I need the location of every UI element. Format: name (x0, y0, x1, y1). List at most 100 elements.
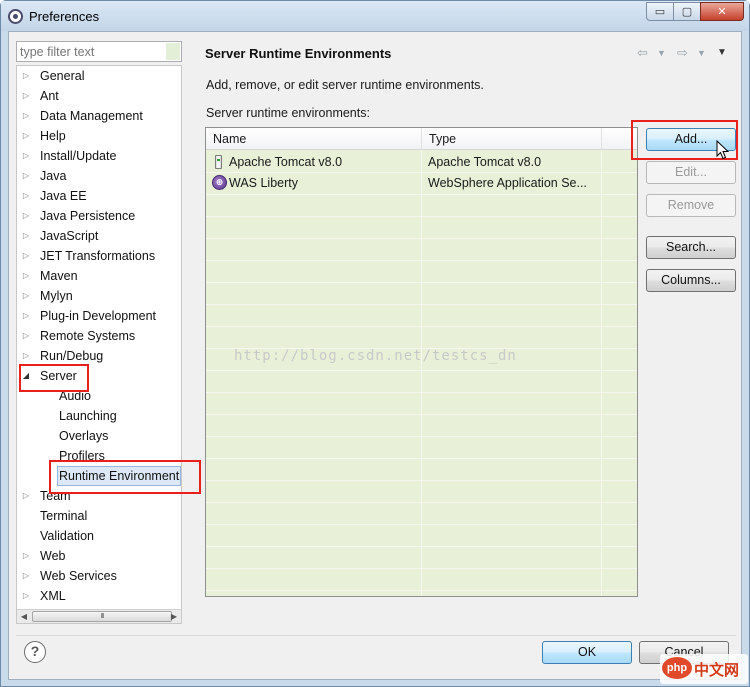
column-header-name[interactable]: Name (206, 128, 422, 150)
tree-expand-icon[interactable]: ▷ (20, 186, 32, 206)
row-name: Apache Tomcat v8.0 (229, 155, 343, 169)
tree-item[interactable]: ▷ Web (17, 546, 181, 566)
edit-button[interactable]: Edit... (646, 161, 736, 184)
tree-expand-icon[interactable]: ▷ (20, 146, 32, 166)
tree-expand-icon[interactable]: ▷ (20, 66, 32, 86)
tomcat-icon (215, 155, 222, 169)
window-controls: ▭ ▢ ✕ (646, 2, 744, 21)
tree-item[interactable]: ▷ Install/Update (17, 146, 181, 166)
tree-item-label: Web (40, 549, 66, 563)
tree-expand-icon[interactable]: ▷ (20, 246, 32, 266)
minimize-button[interactable]: ▭ (646, 2, 674, 21)
tree-item-label: Ant (40, 89, 59, 103)
tree-item[interactable]: ▷ Java (17, 166, 181, 186)
tree-item[interactable]: ▷ JET Transformations (17, 246, 181, 266)
tree-item[interactable]: ▷ Remote Systems (17, 326, 181, 346)
column-header-type[interactable]: Type (422, 128, 602, 150)
back-arrow-icon[interactable]: ⇦ (637, 45, 648, 61)
scroll-left-icon[interactable]: ◀ (17, 610, 31, 624)
tree-item-label: Java Persistence (40, 209, 136, 223)
tree-expand-icon[interactable]: ▷ (20, 166, 32, 186)
view-menu-icon[interactable]: ▼ (717, 47, 727, 58)
tree-item-label: Java (40, 169, 67, 183)
tree-expand-icon[interactable]: ▷ (20, 486, 32, 506)
tree-expand-icon[interactable]: ▷ (20, 546, 32, 566)
brand-text: 中文网 (694, 662, 740, 679)
page-header: Server Runtime Environments ⇦ ▼ ⇨ ▼ ▼ (192, 32, 742, 68)
tree-expand-icon[interactable]: ▷ (20, 286, 32, 306)
tree-expand-icon[interactable]: ▷ (20, 86, 32, 106)
tree-item-label: General (40, 69, 85, 83)
tree-item[interactable]: ▷ Data Management (17, 106, 181, 126)
tree-expand-icon[interactable]: ▷ (20, 206, 32, 226)
maximize-button[interactable]: ▢ (673, 2, 701, 21)
tree-expand-icon[interactable]: ▷ (20, 566, 32, 586)
watermark: http://blog.csdn.net/testcs_dn (234, 348, 517, 364)
eclipse-app-icon (8, 9, 23, 24)
tree-item[interactable]: ▷ Web Services (17, 566, 181, 586)
scroll-right-icon[interactable]: ▶ (167, 610, 181, 624)
search-button[interactable]: Search... (646, 236, 736, 259)
ok-button[interactable]: OK (542, 641, 632, 664)
tree-item-label: Plug-in Development (40, 309, 157, 323)
tree-item[interactable]: ▷ Java Persistence (17, 206, 181, 226)
tree-item-label: Web Services (40, 569, 117, 583)
table-row[interactable]: Apache Tomcat v8.0 Apache Tomcat v8.0 (206, 152, 637, 173)
runtime-list-label: Server runtime environments: (206, 106, 370, 120)
liberty-icon: ⊕ (212, 175, 227, 190)
remove-button[interactable]: Remove (646, 194, 736, 217)
tree-horizontal-scrollbar[interactable]: ◀ III ▶ (17, 609, 181, 623)
filter-clear-icon[interactable] (166, 43, 180, 60)
tree-item-label: Validation (40, 529, 94, 543)
tree-item-label: Terminal (40, 509, 88, 523)
tree-item[interactable]: ▷ Ant (17, 86, 181, 106)
tree-expand-icon[interactable]: ▷ (20, 346, 32, 366)
row-type: WebSphere Application Se... (428, 176, 587, 190)
tree-item[interactable]: ▷ Maven (17, 266, 181, 286)
tree-expand-icon[interactable]: ▷ (20, 586, 32, 606)
tree-item[interactable]: Overlays (17, 426, 181, 446)
tree-item[interactable]: ▷ Help (17, 126, 181, 146)
tree-expand-icon[interactable]: ▷ (20, 106, 32, 126)
close-button[interactable]: ✕ (700, 2, 744, 21)
columns-button[interactable]: Columns... (646, 269, 736, 292)
help-icon[interactable]: ? (24, 641, 46, 663)
tree-item-label: JavaScript (40, 229, 99, 243)
table-row[interactable]: ⊕ WAS Liberty WebSphere Application Se..… (206, 173, 637, 194)
forward-arrow-icon[interactable]: ⇨ (677, 45, 688, 61)
tree-item[interactable]: ▷ Java EE (17, 186, 181, 206)
server-item-highlight (19, 364, 89, 392)
tree-item-label: Maven (40, 269, 78, 283)
php-logo-icon: php (662, 657, 692, 679)
tree-expand-icon[interactable]: ▷ (20, 266, 32, 286)
tree-item[interactable]: Validation (17, 526, 181, 546)
row-type: Apache Tomcat v8.0 (428, 155, 542, 169)
mouse-cursor-icon (716, 140, 730, 160)
tree-item[interactable]: ▷ JavaScript (17, 226, 181, 246)
filter-input[interactable] (16, 41, 182, 62)
tree-item[interactable]: ▷ General (17, 66, 181, 86)
tree-item-label: Remote Systems (40, 329, 136, 343)
forward-menu-chevron-icon[interactable]: ▼ (697, 48, 706, 58)
tree-item-label: Install/Update (40, 149, 117, 163)
back-menu-chevron-icon[interactable]: ▼ (657, 48, 666, 58)
tree-item[interactable]: ▷ XML (17, 586, 181, 606)
tree-item[interactable]: Terminal (17, 506, 181, 526)
tree-item-label: Run/Debug (40, 349, 104, 363)
scrollbar-thumb[interactable]: III (32, 611, 172, 622)
tree-expand-icon[interactable]: ▷ (20, 126, 32, 146)
tree-item[interactable]: Launching (17, 406, 181, 426)
tree-item[interactable]: ▷ Mylyn (17, 286, 181, 306)
tree-item[interactable]: ▷ Plug-in Development (17, 306, 181, 326)
table-header: Name Type (206, 128, 637, 150)
tree-expand-icon[interactable]: ▷ (20, 326, 32, 346)
tree-expand-icon[interactable]: ▷ (20, 306, 32, 326)
tree-item[interactable]: ▷ Run/Debug (17, 346, 181, 366)
tree-item-label: Mylyn (40, 289, 73, 303)
preferences-tree: ▷ General ▷ Ant ▷ Data Management ▷ Help ▷ Instal… (16, 65, 182, 624)
title-bar[interactable]: Preferences ▭ ▢ ✕ (1, 1, 749, 31)
tree-item-label: Overlays (59, 429, 109, 443)
tree-expand-icon[interactable]: ▷ (20, 226, 32, 246)
tree-item-label: JET Transformations (40, 249, 156, 263)
page-description: Add, remove, or edit server runtime envi… (206, 78, 484, 92)
